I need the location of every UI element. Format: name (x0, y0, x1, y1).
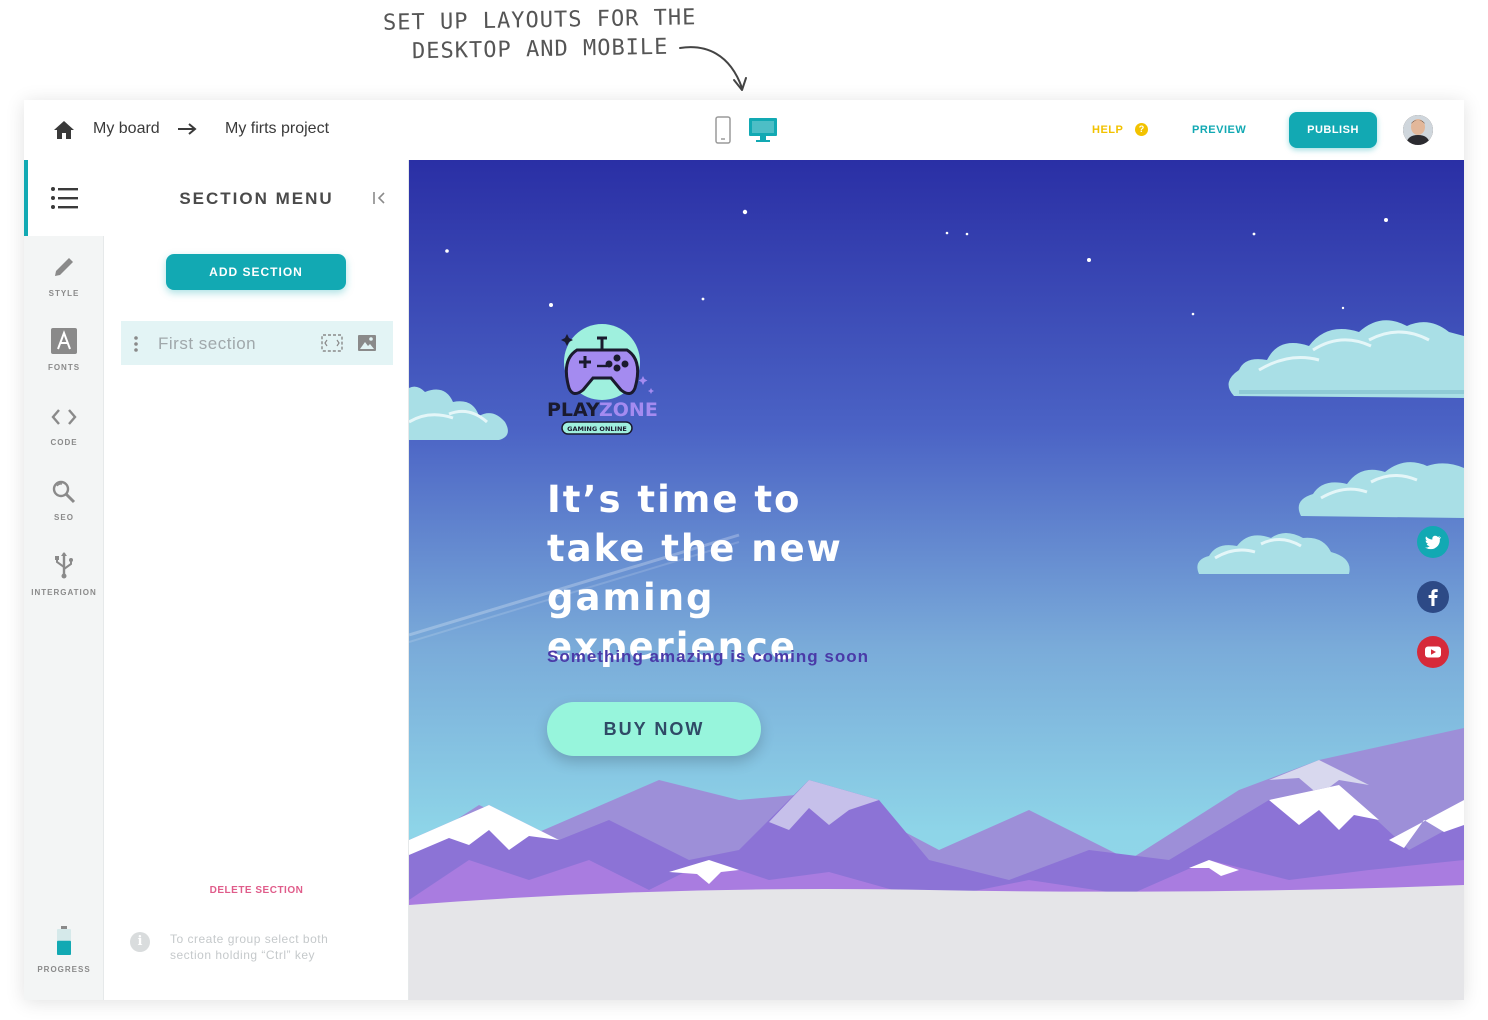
collapse-panel-icon[interactable] (372, 190, 388, 206)
rail-label-fonts: FONTS (47, 363, 81, 372)
hero-subline[interactable]: Something amazing is coming soon (547, 647, 869, 667)
avatar[interactable] (1403, 115, 1433, 145)
progress-indicator: PROGRESS (24, 926, 104, 974)
usb-icon (55, 552, 73, 579)
rail-item-seo[interactable]: SEO (24, 478, 104, 522)
logo-word-play: PLAY (547, 399, 600, 421)
editor-window: My board My firts project HELP ? PREVIEW… (24, 100, 1464, 1000)
add-section-button[interactable]: ADD SECTION (166, 254, 346, 290)
progress-label: PROGRESS (37, 965, 91, 974)
rail-label-integration: INTERGATION (31, 588, 97, 597)
rail-item-code[interactable]: CODE (24, 405, 104, 447)
section-name[interactable]: First section (158, 334, 256, 354)
facebook-f-icon (1428, 589, 1438, 606)
mobile-device-icon[interactable] (715, 116, 731, 144)
info-icon: i (130, 932, 150, 952)
panel-title: SECTION MENU (179, 189, 334, 208)
user-avatar-icon (1403, 115, 1433, 145)
rail-item-style[interactable]: STYLE (24, 254, 104, 298)
home-icon[interactable] (52, 119, 76, 141)
sections-tab[interactable] (24, 160, 104, 236)
stars (445, 209, 1388, 316)
drag-handle-icon[interactable] (133, 335, 139, 353)
annotation-note: SET UP LAYOUTS FOR THE DESKTOP AND MOBIL… (360, 3, 721, 67)
section-row[interactable]: First section (121, 321, 393, 365)
cloud-right-top (1228, 320, 1464, 398)
rail-label-seo: SEO (54, 513, 74, 522)
twitter-icon[interactable] (1417, 526, 1449, 558)
cloud-right-middle (1298, 462, 1464, 518)
rail-item-fonts[interactable]: FONTS (24, 328, 104, 372)
site-preview-canvas[interactable]: PLAY ZONE GAMING ONLINE It’s time to tak… (409, 160, 1464, 1000)
playzone-logo[interactable]: PLAY ZONE GAMING ONLINE (547, 320, 662, 440)
section-layout-icon[interactable] (321, 334, 343, 352)
rail-item-integration[interactable]: INTERGATION (24, 551, 104, 597)
group-hint: To create group select both section hold… (170, 932, 329, 962)
publish-button[interactable]: PUBLISH (1289, 112, 1377, 148)
breadcrumb-project[interactable]: My firts project (225, 120, 329, 138)
arrow-right-icon (178, 123, 197, 135)
code-icon (51, 409, 77, 425)
preview-button[interactable]: PREVIEW (1192, 124, 1246, 136)
logo-word-zone: ZONE (599, 399, 658, 421)
twitter-bird-icon (1425, 535, 1441, 550)
youtube-play-icon (1425, 646, 1441, 658)
rail-label-style: STYLE (48, 289, 80, 298)
facebook-icon[interactable] (1417, 581, 1449, 613)
youtube-icon[interactable] (1417, 636, 1449, 668)
annotation-arrow-icon (679, 46, 747, 91)
help-link[interactable]: HELP (1092, 124, 1123, 136)
section-image-icon[interactable] (357, 334, 377, 352)
top-bar: My board My firts project HELP ? PREVIEW… (24, 100, 1464, 160)
section-panel: SECTION MENU ADD SECTION First section D… (104, 160, 409, 1000)
breadcrumb-board[interactable]: My board (93, 120, 160, 138)
list-icon (51, 187, 78, 209)
delete-section-button[interactable]: DELETE SECTION (104, 885, 409, 896)
search-icon (52, 480, 76, 504)
cloud-left (409, 386, 508, 440)
tool-rail: STYLE FONTS CODE SEO INTERGATION PROGRES… (24, 160, 104, 1000)
desktop-device-icon[interactable] (748, 116, 778, 144)
question-icon[interactable]: ? (1135, 123, 1148, 136)
hero-headline[interactable]: It’s time to take the new gaming experie… (547, 475, 907, 671)
pencil-icon (55, 258, 73, 276)
battery-progress-icon (57, 926, 71, 955)
logo-tagline: GAMING ONLINE (567, 425, 627, 433)
rail-label-code: CODE (50, 438, 78, 447)
font-icon (51, 328, 77, 354)
annotation-line-2: DESKTOP AND MOBILE (411, 34, 669, 65)
gamepad-logo-icon: PLAY ZONE GAMING ONLINE (547, 324, 658, 435)
buy-now-button[interactable]: BUY NOW (547, 702, 761, 756)
cloud-right-low (1197, 533, 1350, 574)
